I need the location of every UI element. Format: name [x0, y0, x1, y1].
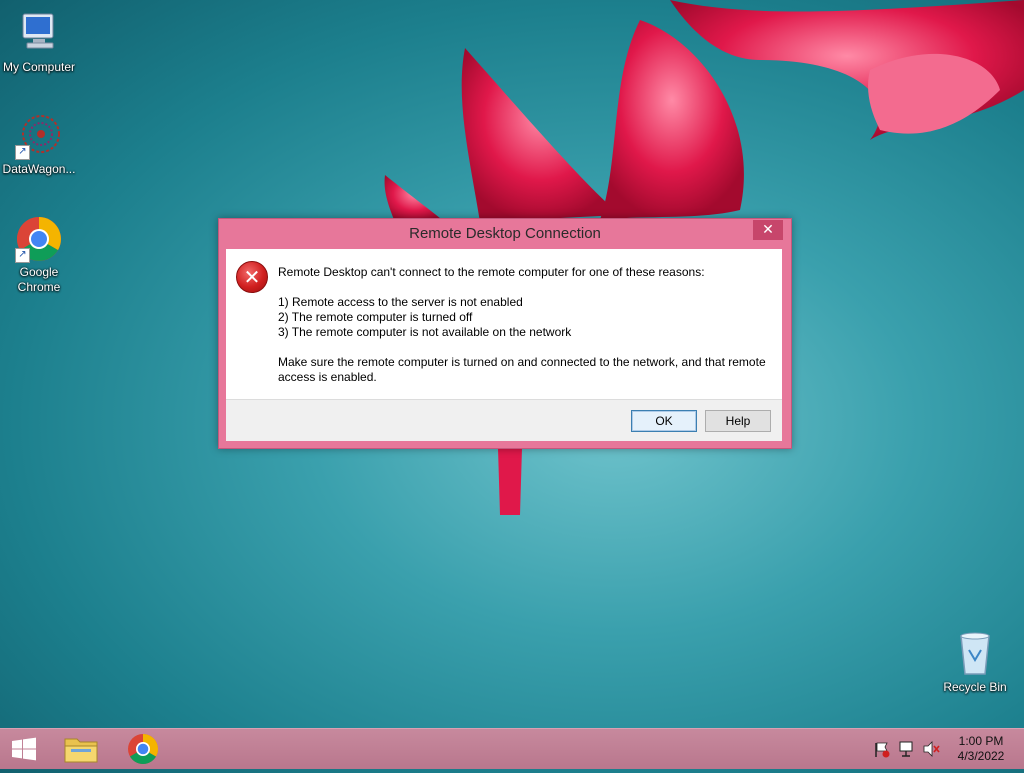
dialog-body: ✕ Remote Desktop can't connect to the re…	[226, 249, 782, 399]
desktop-icon-recycle-bin[interactable]: Recycle Bin	[933, 630, 1017, 695]
error-icon: ✕	[236, 261, 268, 293]
recycle-bin-icon	[951, 630, 999, 678]
taskbar: 1:00 PM 4/3/2022	[0, 728, 1024, 769]
network-icon[interactable]	[897, 729, 917, 769]
chrome-icon	[128, 734, 159, 765]
dialog-title: Remote Desktop Connection	[409, 225, 601, 242]
remote-desktop-error-dialog: Remote Desktop Connection ✕ ✕ Remote Des…	[218, 218, 792, 449]
taskbar-file-explorer[interactable]	[57, 729, 105, 769]
action-center-flag-icon[interactable]	[872, 729, 892, 769]
dialog-footer: OK Help	[226, 399, 782, 441]
desktop-icon-my-computer[interactable]: My Computer	[0, 10, 81, 75]
ok-button[interactable]: OK	[631, 410, 697, 432]
reason-item: 2) The remote computer is turned off	[278, 310, 473, 324]
desktop-icon-label: DataWagon...	[2, 162, 76, 176]
datawagon-icon: ↗	[15, 112, 63, 160]
message-intro: Remote Desktop can't connect to the remo…	[278, 265, 705, 279]
desktop-icon-label: My Computer	[2, 60, 76, 74]
windows-logo-icon	[12, 737, 36, 761]
clock-date: 4/3/2022	[957, 749, 1005, 763]
taskbar-clock[interactable]: 1:00 PM 4/3/2022	[946, 734, 1016, 764]
message-advice: Make sure the remote computer is turned …	[278, 355, 766, 384]
start-button[interactable]	[0, 729, 48, 769]
shortcut-arrow-icon: ↗	[15, 145, 30, 160]
reason-item: 1) Remote access to the server is not en…	[278, 295, 523, 309]
chrome-icon: ↗	[15, 215, 63, 263]
clock-time: 1:00 PM	[958, 734, 1004, 748]
shortcut-arrow-icon: ↗	[15, 248, 30, 263]
computer-icon	[15, 10, 63, 58]
reason-item: 3) The remote computer is not available …	[278, 325, 572, 339]
desktop-icon-datawagon[interactable]: ↗ DataWagon...	[0, 112, 81, 177]
taskbar-chrome[interactable]	[119, 729, 167, 769]
desktop-icon-label: Google Chrome	[17, 265, 61, 294]
folder-icon	[64, 738, 98, 763]
desktop-icon-label: Recycle Bin	[943, 680, 1007, 694]
close-icon: ✕	[762, 222, 774, 238]
desktop-icon-google-chrome[interactable]: ↗ Google Chrome	[0, 215, 81, 295]
volume-muted-icon[interactable]	[921, 729, 941, 769]
close-button[interactable]: ✕	[753, 220, 783, 240]
dialog-message: Remote Desktop can't connect to the remo…	[278, 265, 773, 385]
help-button[interactable]: Help	[705, 410, 771, 432]
